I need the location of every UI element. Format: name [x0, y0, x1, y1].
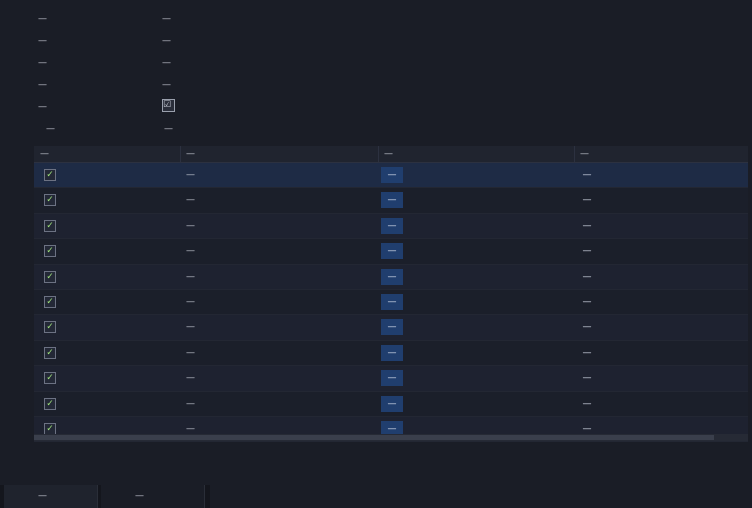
table-row[interactable]: ✓ — — — [34, 213, 748, 240]
row-checkbox[interactable]: ✓ [44, 295, 56, 308]
row-checkbox[interactable]: ✓ [44, 245, 56, 258]
row-checkbox[interactable]: ✓ [44, 219, 56, 232]
row-value-b[interactable]: — [381, 268, 403, 285]
grid-header: — — — — [34, 146, 748, 163]
column-header[interactable]: — [180, 146, 195, 162]
property-value[interactable]: — [162, 58, 171, 68]
row-name: — [186, 296, 195, 307]
row-value-b[interactable]: — [381, 192, 403, 209]
row-value-c[interactable]: — [580, 424, 594, 434]
property-value[interactable]: — [162, 36, 171, 46]
row-name: — [186, 246, 195, 257]
table-row[interactable]: ✓ — — — [34, 340, 748, 367]
row-name: — [186, 423, 195, 434]
row-checkbox[interactable]: ✓ [44, 270, 56, 283]
column-header[interactable]: — [378, 146, 393, 162]
row-value-c[interactable]: — [580, 246, 594, 256]
data-grid: — — — — ✓ — — — ✓ — — — ✓ — — — ✓ — — — … [34, 146, 748, 443]
property-value[interactable]: — [162, 80, 171, 90]
row-checkbox[interactable]: ✓ [44, 169, 56, 181]
row-value-c[interactable]: — [580, 297, 594, 307]
row-name: — [186, 271, 195, 282]
row-checkbox[interactable]: ✓ [44, 321, 56, 334]
row-value-c[interactable]: — [580, 348, 594, 358]
row-name: — [186, 170, 195, 180]
row-name: — [186, 195, 195, 206]
table-row[interactable]: ✓ — — — [34, 366, 748, 392]
row-value-c[interactable]: — [580, 322, 594, 332]
row-value-c[interactable]: — [580, 170, 594, 180]
row-value-c[interactable]: — [580, 195, 594, 205]
bottom-tab[interactable]: — [101, 485, 205, 508]
row-name: — [186, 347, 195, 358]
row-value-c[interactable]: — [580, 221, 594, 231]
transform-label: — [46, 124, 55, 134]
property-label: — [38, 102, 47, 112]
row-value-c[interactable]: — [580, 373, 594, 383]
table-row[interactable]: ✓ — — — [34, 391, 748, 417]
row-value-c[interactable]: — [580, 399, 594, 409]
row-value-b[interactable]: — [381, 243, 403, 260]
property-label: — [38, 58, 47, 68]
row-value-c[interactable]: — [580, 272, 594, 282]
column-header[interactable]: — [40, 149, 49, 159]
property-label: — [38, 36, 47, 46]
bottom-tab-label: — [135, 491, 144, 501]
row-name: — [186, 398, 195, 409]
property-value[interactable]: — [162, 14, 171, 24]
row-name: — [186, 322, 195, 333]
table-row[interactable]: ✓ — — — [34, 163, 748, 189]
property-label: — [38, 80, 47, 90]
transform-value[interactable]: — [164, 124, 173, 134]
row-value-b[interactable]: — [381, 217, 403, 234]
property-checkbox[interactable]: ☑ [162, 99, 175, 112]
row-value-b[interactable]: — [381, 319, 403, 336]
column-header[interactable]: — [574, 146, 589, 162]
row-checkbox[interactable]: ✓ [44, 372, 56, 385]
table-row[interactable]: ✓ — — — [34, 188, 748, 214]
row-value-b[interactable]: — [381, 370, 403, 387]
scrollbar-thumb[interactable] [34, 435, 714, 440]
row-checkbox[interactable]: ✓ [44, 397, 56, 410]
row-value-b[interactable]: — [381, 167, 403, 183]
row-value-b[interactable]: — [381, 395, 403, 412]
bottom-tab-bar: — — [0, 485, 210, 508]
row-name: — [186, 373, 195, 384]
table-row[interactable]: ✓ — — — [34, 315, 748, 341]
bottom-tab[interactable]: — [4, 485, 98, 508]
table-row[interactable]: ✓ — — — [34, 264, 748, 290]
bottom-tab-label: — [38, 491, 47, 501]
row-value-b[interactable]: — [381, 293, 403, 310]
table-row[interactable]: ✓ — — — [34, 239, 748, 265]
row-name: — [186, 220, 195, 231]
row-value-b[interactable]: — [381, 344, 403, 361]
horizontal-scrollbar[interactable] [34, 434, 748, 441]
property-label: — [38, 14, 47, 24]
row-checkbox[interactable]: ✓ [44, 346, 56, 359]
row-checkbox[interactable]: ✓ [44, 194, 56, 207]
table-row[interactable]: ✓ — — — [34, 289, 748, 316]
